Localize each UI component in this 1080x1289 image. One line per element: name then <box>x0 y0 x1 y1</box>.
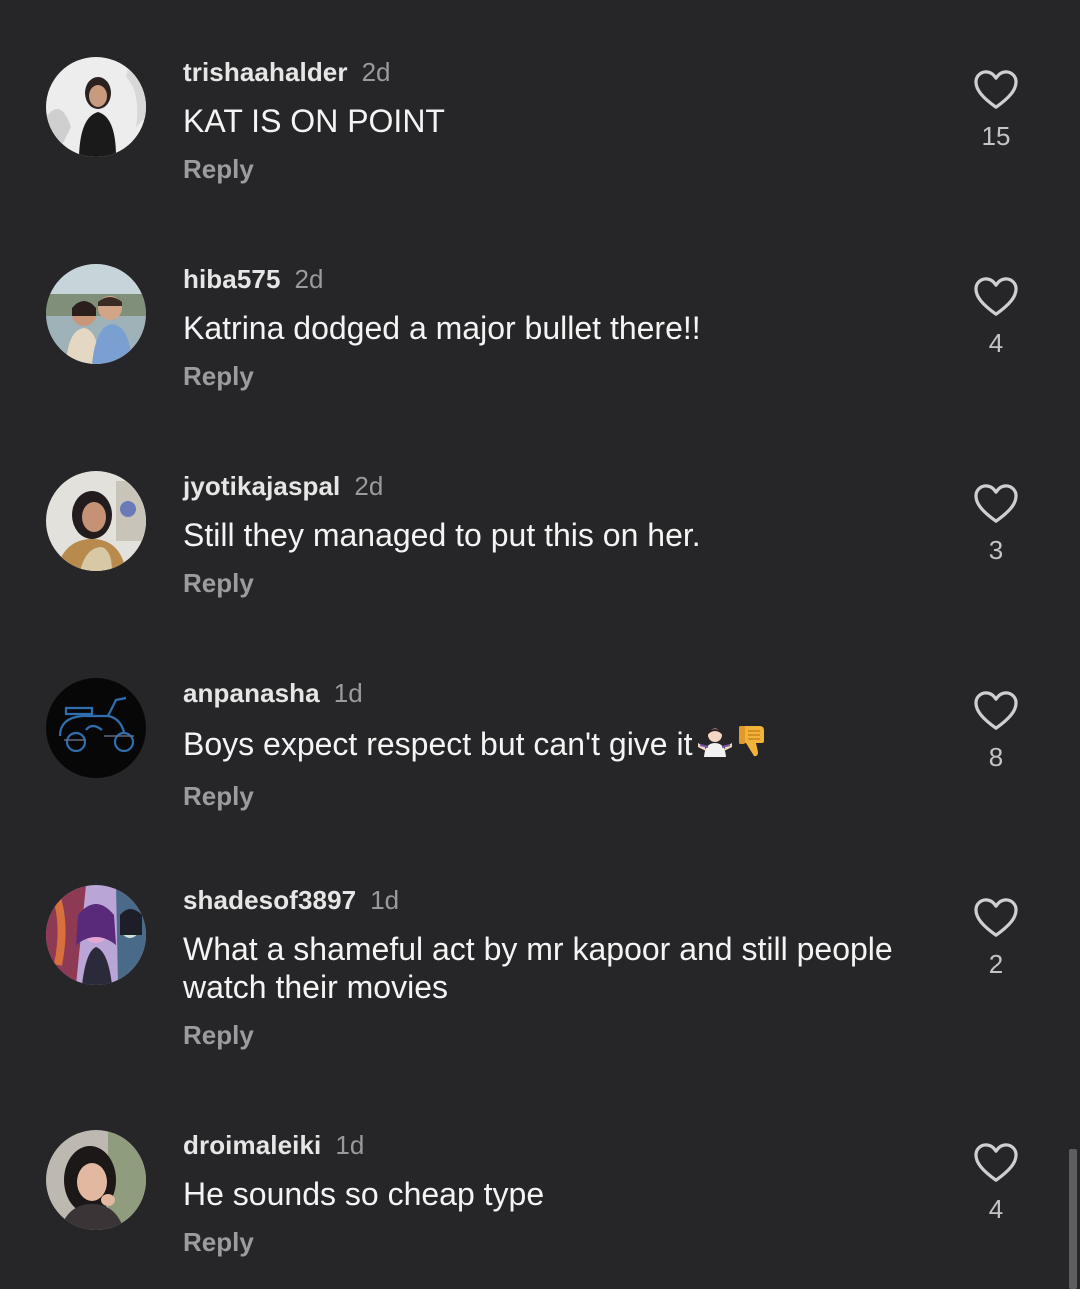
comment-body: anpanasha 1d Boys expect respect but can'… <box>183 678 923 811</box>
reply-button[interactable]: Reply <box>183 1020 923 1050</box>
comment-meta: hiba575 2d <box>183 264 923 294</box>
avatar-portrait-icon <box>46 471 146 571</box>
like-count: 15 <box>981 121 1011 151</box>
avatar-portrait-icon <box>46 57 146 157</box>
comment-body: hiba575 2d Katrina dodged a major bullet … <box>183 264 923 391</box>
heart-icon[interactable] <box>973 276 1019 318</box>
comment-body: shadesof3897 1d What a shameful act by mr… <box>183 885 923 1050</box>
heart-icon[interactable] <box>973 483 1019 525</box>
like-area: 8 <box>962 690 1030 772</box>
timestamp: 1d <box>335 1130 365 1160</box>
comment-text: He sounds so cheap type <box>183 1176 545 1212</box>
comment-text: Still they managed to put this on her. <box>183 517 701 553</box>
timestamp: 2d <box>361 57 391 87</box>
avatar[interactable] <box>46 885 146 985</box>
comment-text-content: Boys expect respect but can't give it <box>183 726 693 762</box>
avatar-couple-photo-icon <box>46 264 146 364</box>
comment-text: KAT IS ON POINT <box>183 103 445 139</box>
comment-body: jyotikajaspal 2d Still they managed to pu… <box>183 471 923 598</box>
comment-text: Katrina dodged a major bullet there!! <box>183 310 701 346</box>
reply-button[interactable]: Reply <box>183 568 923 598</box>
person-shrugging-emoji <box>696 723 734 767</box>
scrollbar[interactable] <box>1069 1149 1077 1289</box>
avatar-scooter-icon <box>46 678 146 778</box>
comment-meta: jyotikajaspal 2d <box>183 471 923 501</box>
like-count: 8 <box>988 742 1004 772</box>
comment-body: droimaleiki 1d He sounds so cheap type Re… <box>183 1130 923 1257</box>
username[interactable]: trishaahalder <box>183 57 348 87</box>
heart-icon[interactable] <box>973 897 1019 939</box>
like-area: 15 <box>962 69 1030 151</box>
comment-meta: droimaleiki 1d <box>183 1130 923 1160</box>
timestamp: 1d <box>333 678 363 708</box>
timestamp: 2d <box>294 264 324 294</box>
comment-meta: anpanasha 1d <box>183 678 923 708</box>
like-count: 4 <box>988 1194 1004 1224</box>
heart-icon[interactable] <box>973 69 1019 111</box>
like-count: 2 <box>988 949 1004 979</box>
username[interactable]: jyotikajaspal <box>183 471 340 501</box>
reply-button[interactable]: Reply <box>183 361 923 391</box>
avatar[interactable] <box>46 678 146 778</box>
like-count: 4 <box>988 328 1004 358</box>
reply-button[interactable]: Reply <box>183 781 923 811</box>
like-area: 4 <box>962 276 1030 358</box>
avatar[interactable] <box>46 471 146 571</box>
avatar-cartoon-icon <box>46 885 146 985</box>
comment-meta: trishaahalder 2d <box>183 57 923 87</box>
comment-text: Boys expect respect but can't give it <box>183 723 923 767</box>
comment-list: trishaahalder 2d KAT IS ON POINT Reply 15 <box>0 0 1080 1289</box>
avatar[interactable] <box>46 264 146 364</box>
avatar[interactable] <box>46 57 146 157</box>
reply-button[interactable]: Reply <box>183 154 923 184</box>
avatar-portrait-icon <box>46 1130 146 1230</box>
timestamp: 1d <box>370 885 400 915</box>
comment-body: trishaahalder 2d KAT IS ON POINT Reply <box>183 57 923 184</box>
like-area: 3 <box>962 483 1030 565</box>
comment-text: What a shameful act by mr kapoor and sti… <box>183 931 893 1005</box>
heart-icon[interactable] <box>973 690 1019 732</box>
timestamp: 2d <box>354 471 384 501</box>
reply-button[interactable]: Reply <box>183 1227 923 1257</box>
comment-meta: shadesof3897 1d <box>183 885 923 915</box>
username[interactable]: hiba575 <box>183 264 281 294</box>
like-count: 3 <box>988 535 1004 565</box>
like-area: 2 <box>962 897 1030 979</box>
avatar[interactable] <box>46 1130 146 1230</box>
heart-icon[interactable] <box>973 1142 1019 1184</box>
username[interactable]: anpanasha <box>183 678 320 708</box>
username[interactable]: shadesof3897 <box>183 885 356 915</box>
username[interactable]: droimaleiki <box>183 1130 321 1160</box>
like-area: 4 <box>962 1142 1030 1224</box>
thumbs-down-emoji <box>738 723 768 767</box>
